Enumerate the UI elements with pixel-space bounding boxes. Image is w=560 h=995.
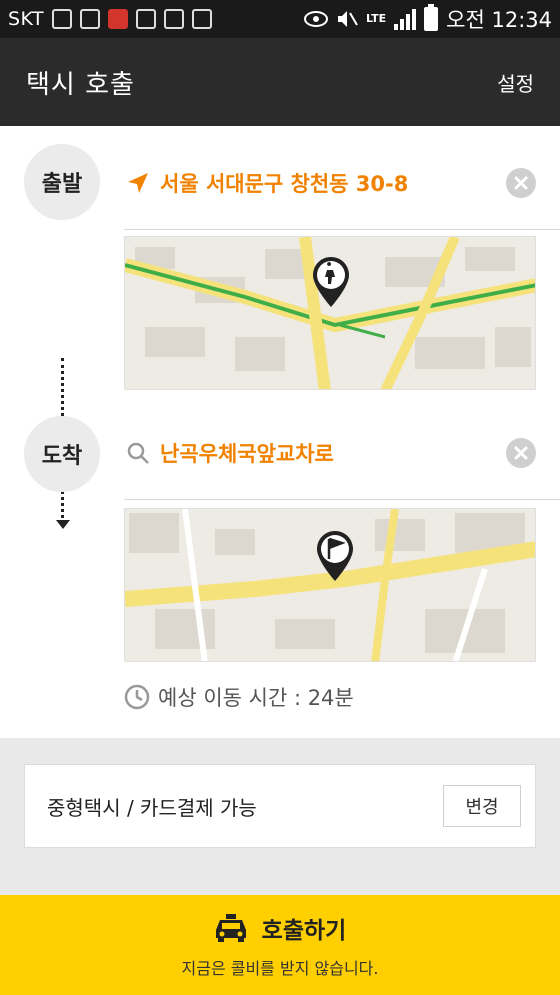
status-bar: SKT LTE 오전 12:34 bbox=[0, 0, 560, 38]
departure-address: 서울 서대문구 창천동 30-8 bbox=[160, 171, 409, 196]
arrival-map[interactable] bbox=[124, 508, 536, 662]
search-icon bbox=[124, 439, 152, 467]
taxi-option-text: 중형택시 / 카드결제 가능 bbox=[47, 795, 257, 820]
arrival-address-field[interactable]: 난곡우체국앞교차로 bbox=[124, 406, 560, 500]
close-icon bbox=[514, 446, 528, 459]
change-option-button[interactable]: 변경 bbox=[443, 785, 521, 827]
signal-icon bbox=[394, 8, 417, 30]
eta-info: 예상 이동 시간 : 24분 bbox=[124, 682, 354, 712]
settings-button[interactable]: 설정 bbox=[497, 68, 534, 97]
taxi-option-panel: 중형택시 / 카드결제 가능 변경 bbox=[24, 764, 536, 848]
clipboard-check-icon bbox=[164, 9, 185, 29]
clear-arrival-button[interactable] bbox=[506, 437, 536, 468]
taxi-icon bbox=[215, 914, 246, 942]
route-arrow-icon bbox=[56, 520, 70, 529]
close-icon bbox=[514, 176, 528, 189]
route-panel: 출발 서울 서대문구 창천동 30-8 도착 난곡우체국앞교차로 예상 이동 시… bbox=[0, 126, 560, 738]
page-title: 택시 호출 bbox=[26, 69, 135, 100]
battery-icon bbox=[424, 4, 439, 31]
clock-icon bbox=[124, 684, 150, 710]
call-taxi-button[interactable]: 호출하기 지금은 콜비를 받지 않습니다. bbox=[0, 895, 560, 995]
departure-badge-label: 출발 bbox=[41, 172, 83, 197]
app-notification-icon bbox=[108, 9, 129, 29]
departure-address-field[interactable]: 서울 서대문구 창천동 30-8 bbox=[124, 136, 560, 230]
departure-map[interactable] bbox=[124, 236, 536, 390]
call-fee-note: 지금은 콜비를 받지 않습니다. bbox=[181, 959, 379, 978]
departure-badge: 출발 bbox=[24, 144, 100, 220]
network-type-label: LTE bbox=[365, 12, 387, 25]
navigation-arrow-icon bbox=[124, 169, 152, 197]
arrival-badge-label: 도착 bbox=[41, 444, 83, 469]
call-taxi-label: 호출하기 bbox=[261, 918, 347, 944]
arrival-address: 난곡우체국앞교차로 bbox=[160, 441, 334, 466]
eye-icon bbox=[303, 11, 328, 27]
clear-departure-button[interactable] bbox=[506, 167, 536, 198]
upload-icon bbox=[192, 9, 213, 29]
eta-text: 예상 이동 시간 : 24분 bbox=[158, 686, 354, 710]
mute-icon bbox=[337, 11, 358, 27]
clock: 오전 12:34 bbox=[446, 8, 552, 32]
notification-icon bbox=[52, 9, 73, 29]
app-bar: 택시 호출 설정 bbox=[0, 38, 560, 126]
image-icon bbox=[80, 9, 101, 29]
arrival-badge: 도착 bbox=[24, 416, 100, 492]
clipboard-icon bbox=[136, 9, 157, 29]
carrier-label: SKT bbox=[8, 8, 45, 30]
